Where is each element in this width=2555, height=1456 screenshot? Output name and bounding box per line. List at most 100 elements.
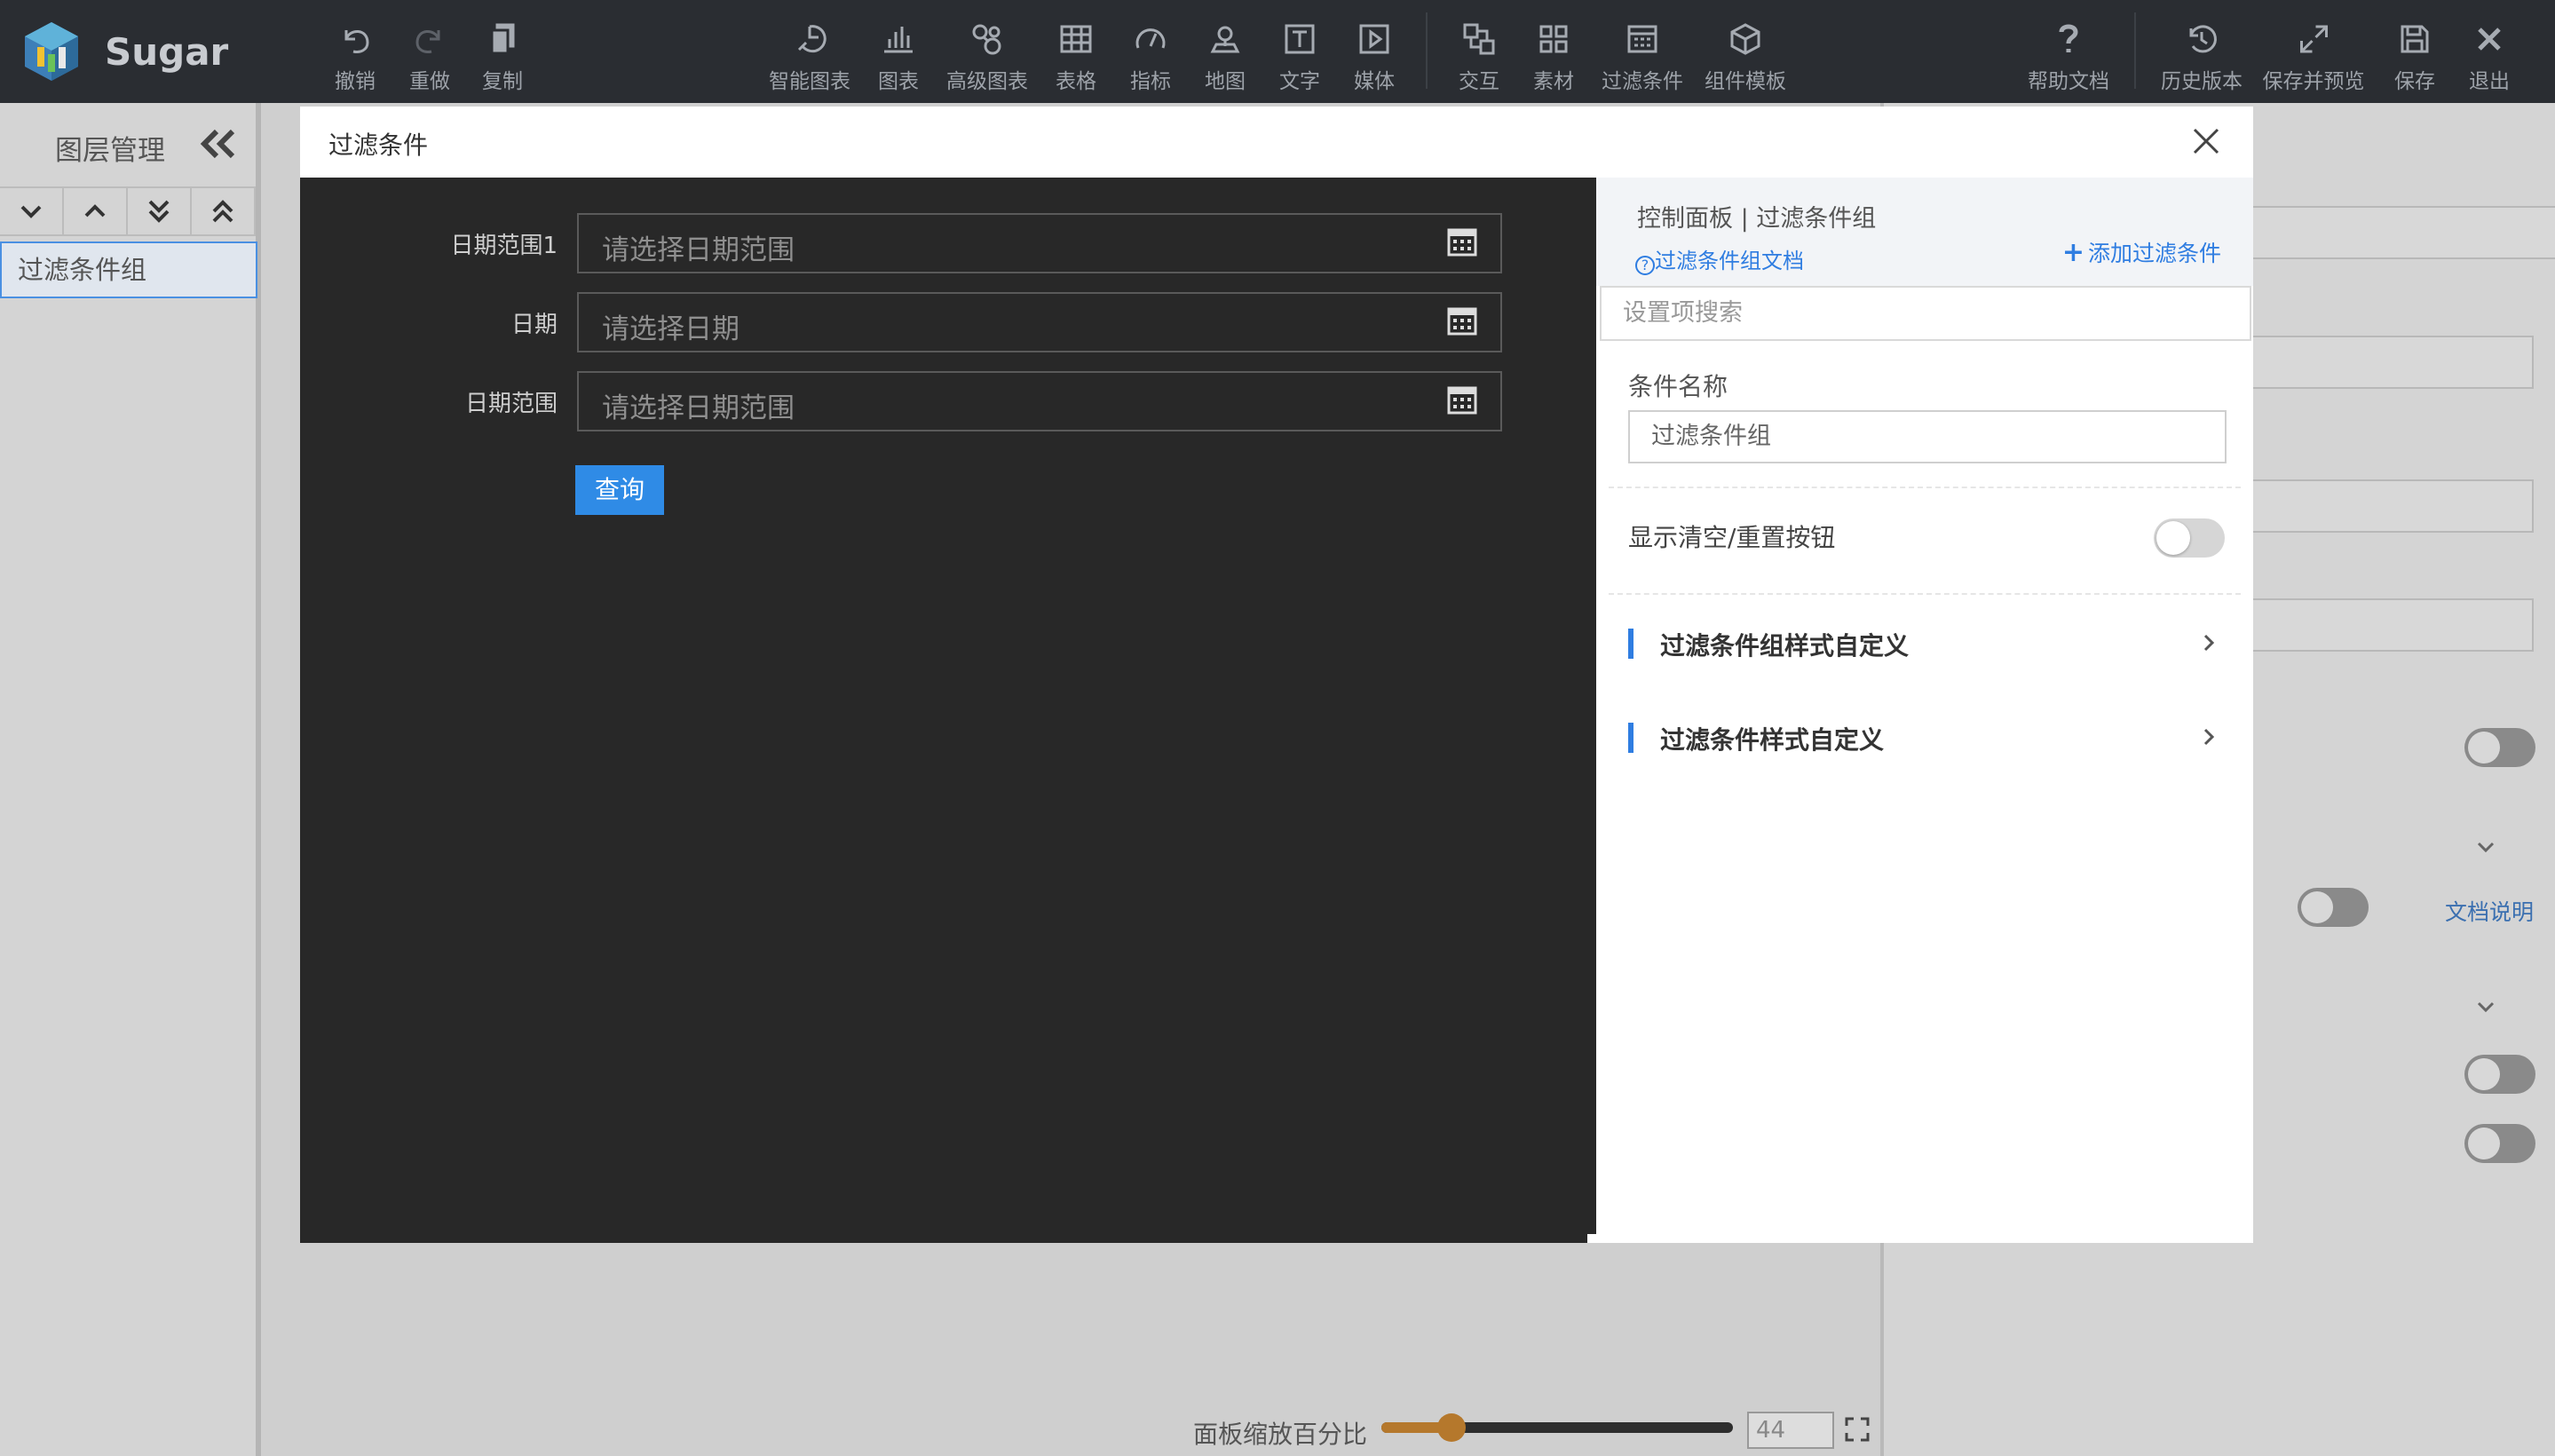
help-docs-button[interactable]: 帮助文档 — [2028, 20, 2109, 94]
fullscreen-icon[interactable] — [1843, 1415, 1871, 1444]
double-chevron-left-icon[interactable] — [197, 126, 240, 162]
undo-icon — [336, 20, 375, 59]
zoom-slider[interactable] — [1381, 1413, 1733, 1442]
border-toggle[interactable] — [2298, 888, 2369, 927]
undo-button[interactable]: 撤销 — [335, 20, 376, 94]
divider — [1609, 487, 2241, 488]
indicator-button[interactable]: 指标 — [1130, 20, 1171, 94]
clear-reset-toggle[interactable] — [2154, 518, 2225, 558]
filter-label: 日期范围 — [464, 391, 558, 417]
zoom-label: 面板缩放百分比 — [1193, 1420, 1368, 1449]
text-button[interactable]: 文字 — [1279, 20, 1320, 94]
filter-button[interactable]: 过滤条件 — [1602, 20, 1683, 94]
top-toolbar: Sugar 撤销 重做 复制 智能图表 图表 高级图表 表格 指标 地图 文字 — [0, 0, 2555, 103]
grid-icon — [1534, 20, 1573, 59]
clear-reset-label: 显示清空/重置按钮 — [1628, 523, 1836, 552]
text-icon — [1280, 20, 1319, 59]
history-icon — [2182, 20, 2221, 59]
calendar-icon — [1447, 228, 1477, 257]
filter-label: 日期范围1 — [450, 233, 558, 259]
map-pin-icon — [1206, 20, 1245, 59]
modal-close-button[interactable] — [2189, 124, 2223, 158]
chevron-down-icon[interactable] — [2475, 996, 2496, 1017]
question-circle-icon: ? — [1635, 256, 1655, 275]
filter-row: 日期 请选择日期 — [300, 292, 1596, 352]
bubbles-icon — [968, 20, 1007, 59]
table-icon — [1056, 20, 1096, 59]
filter-preview-area: 日期范围1 请选择日期范围 日期 请选择日期 日期范围 请选择日期范围 查询 — [300, 178, 1598, 1243]
move-bottom-button[interactable] — [128, 188, 192, 234]
layer-panel-title: 图层管理 — [55, 135, 165, 167]
filter-modal: 过滤条件 日期范围1 请选择日期范围 日期 请选择日期 日期范围 请选择日期范围 — [300, 107, 2253, 1243]
save-preview-button[interactable]: 保存并预览 — [2263, 20, 2365, 94]
gauge-icon — [1131, 20, 1170, 59]
chevron-up-icon — [84, 204, 106, 218]
zoom-input[interactable]: 44 — [1747, 1412, 1834, 1449]
date-input[interactable]: 请选择日期 — [577, 292, 1502, 352]
bg-toggle[interactable] — [2464, 1055, 2535, 1094]
settings-header: 控制面板 | 过滤条件组 ? 过滤条件组文档 + 添加过滤条件 — [1596, 178, 2253, 286]
interaction-icon — [1459, 20, 1499, 59]
double-chevron-down-icon — [148, 200, 170, 223]
query-button[interactable]: 查询 — [575, 465, 664, 515]
chevron-down-icon[interactable] — [2475, 836, 2496, 858]
zoom-slider-handle[interactable] — [1437, 1413, 1466, 1442]
save-button[interactable]: 保存 — [2394, 20, 2435, 94]
chevron-down-icon — [20, 205, 42, 218]
filter-group-style-section[interactable]: 过滤条件组样式自定义 — [1628, 621, 2223, 666]
bg-toggle[interactable] — [2464, 1124, 2535, 1163]
copy-button[interactable]: 复制 — [482, 20, 523, 94]
modal-title: 过滤条件 — [328, 131, 429, 160]
advanced-chart-button[interactable]: 高级图表 — [946, 20, 1028, 94]
redo-icon — [410, 20, 449, 59]
calendar-icon — [1447, 386, 1477, 415]
save-icon — [2395, 20, 2434, 59]
calendar-icon — [1447, 307, 1477, 336]
date-range-input[interactable]: 请选择日期范围 — [577, 213, 1502, 273]
history-button[interactable]: 历史版本 — [2161, 20, 2243, 94]
material-button[interactable]: 素材 — [1533, 20, 1574, 94]
filter-label: 日期 — [510, 312, 558, 338]
question-icon — [2049, 20, 2088, 59]
chart-button[interactable]: 图表 — [878, 20, 919, 94]
sugar-logo-icon — [25, 22, 78, 81]
map-button[interactable]: 地图 — [1205, 20, 1246, 94]
double-chevron-up-icon — [212, 200, 233, 223]
divider — [1609, 593, 2241, 595]
bar-chart-icon — [879, 20, 918, 59]
chevron-right-icon — [2198, 726, 2219, 748]
app-name: Sugar — [105, 29, 229, 74]
interaction-button[interactable]: 交互 — [1459, 20, 1499, 94]
move-top-button[interactable] — [192, 188, 256, 234]
exit-button[interactable]: 退出 — [2469, 20, 2510, 94]
layer-order-toolbar — [0, 186, 256, 236]
chevron-right-icon — [2198, 632, 2219, 653]
move-down-button[interactable] — [0, 188, 64, 234]
date-range-input[interactable]: 请选择日期范围 — [577, 371, 1502, 431]
filter-style-section[interactable]: 过滤条件样式自定义 — [1628, 716, 2223, 760]
redo-button[interactable]: 重做 — [409, 20, 450, 94]
media-button[interactable]: 媒体 — [1354, 20, 1395, 94]
condition-name-label: 条件名称 — [1628, 372, 1728, 401]
doc-link[interactable]: 文档说明 — [2445, 895, 2534, 927]
template-cube-icon — [1726, 20, 1765, 59]
settings-search-input[interactable]: 设置项搜索 — [1600, 286, 2251, 341]
layer-item[interactable]: 过滤条件组 — [0, 241, 257, 298]
layer-panel: 图层管理 过滤条件组 — [0, 103, 261, 1456]
close-icon — [2470, 20, 2509, 59]
filter-row: 日期范围 请选择日期范围 — [300, 371, 1596, 431]
filter-group-doc-link[interactable]: ? 过滤条件组文档 — [1635, 243, 1804, 275]
bg-toggle[interactable] — [2464, 728, 2535, 767]
smart-chart-button[interactable]: 智能图表 — [769, 20, 850, 94]
condition-name-input[interactable]: 过滤条件组 — [1628, 410, 2227, 463]
smart-chart-icon — [790, 20, 829, 59]
component-template-button[interactable]: 组件模板 — [1705, 20, 1786, 94]
filter-calendar-icon — [1623, 20, 1662, 59]
copy-icon — [483, 20, 522, 59]
layer-panel-header: 图层管理 — [0, 103, 256, 186]
add-filter-button[interactable]: + 添加过滤条件 — [2062, 236, 2221, 268]
move-up-button[interactable] — [64, 188, 128, 234]
table-button[interactable]: 表格 — [1056, 20, 1096, 94]
filter-row: 日期范围1 请选择日期范围 — [300, 213, 1596, 273]
plus-icon: + — [2061, 237, 2084, 268]
